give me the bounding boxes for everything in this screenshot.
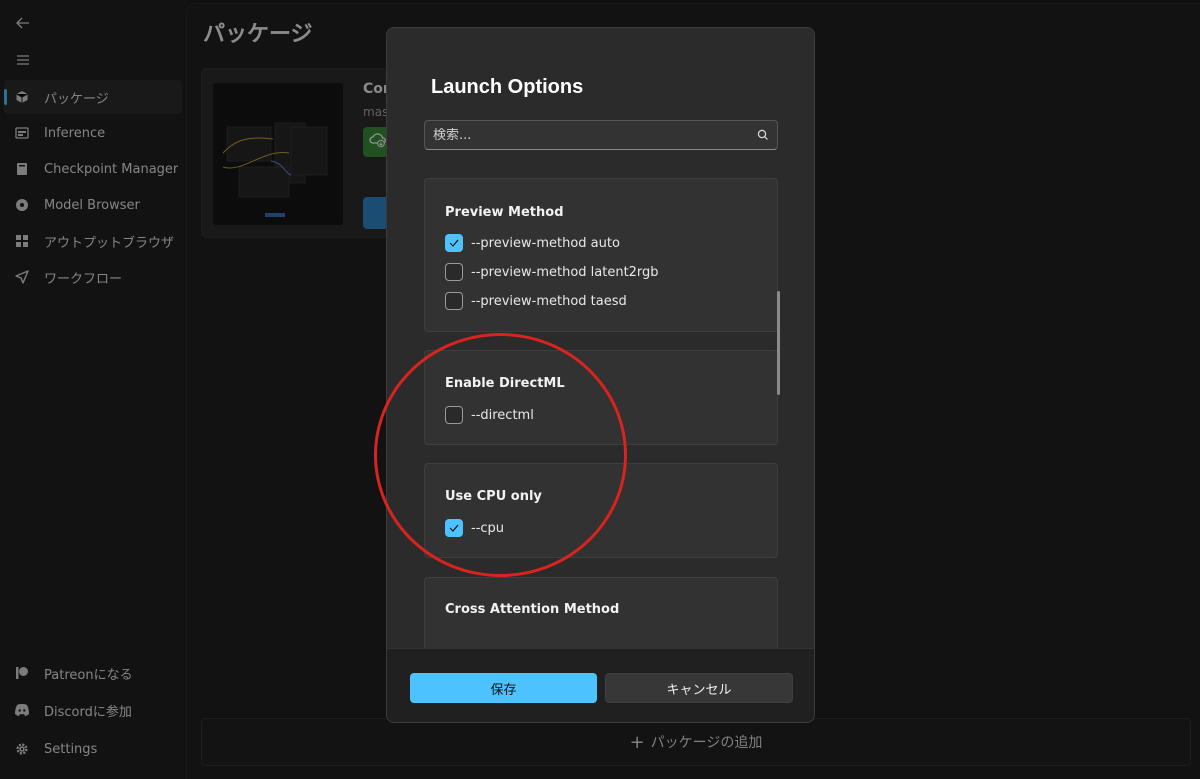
options-list[interactable]: Preview Method --preview-method auto --p…: [387, 168, 814, 648]
option-group-preview-method: Preview Method --preview-method auto --p…: [424, 178, 778, 332]
search-icon[interactable]: [749, 129, 777, 141]
search-box: [424, 120, 778, 150]
search-input[interactable]: [425, 127, 749, 143]
launch-options-dialog: Launch Options Preview Method --preview-…: [386, 27, 815, 723]
dialog-title: Launch Options: [431, 76, 584, 98]
option-label: --cpu: [471, 520, 505, 536]
option-group-cross-attention-method: Cross Attention Method: [424, 577, 778, 648]
dialog-footer: 保存 キャンセル: [387, 648, 814, 722]
scrollbar-thumb[interactable]: [777, 291, 780, 395]
option-label: --preview-method latent2rgb: [471, 264, 659, 280]
group-title: Cross Attention Method: [445, 602, 620, 617]
checkbox-unchecked[interactable]: [445, 292, 463, 310]
option-directml[interactable]: --directml: [445, 405, 534, 425]
option-label: --preview-method taesd: [471, 293, 627, 309]
checkbox-checked[interactable]: [445, 519, 463, 537]
group-title: Enable DirectML: [445, 376, 565, 391]
option-preview-method-taesd[interactable]: --preview-method taesd: [445, 291, 627, 311]
option-cpu[interactable]: --cpu: [445, 518, 504, 538]
save-button[interactable]: 保存: [410, 673, 597, 703]
option-group-use-cpu-only: Use CPU only --cpu: [424, 463, 778, 558]
cancel-button[interactable]: キャンセル: [605, 673, 793, 703]
option-label: --preview-method auto: [471, 235, 620, 251]
option-label: --directml: [471, 407, 534, 423]
option-preview-method-latent2rgb[interactable]: --preview-method latent2rgb: [445, 262, 659, 282]
option-preview-method-auto[interactable]: --preview-method auto: [445, 233, 620, 253]
group-title: Preview Method: [445, 205, 564, 220]
checkbox-unchecked[interactable]: [445, 406, 463, 424]
option-group-enable-directml: Enable DirectML --directml: [424, 350, 778, 445]
group-title: Use CPU only: [445, 489, 542, 504]
checkbox-checked[interactable]: [445, 234, 463, 252]
checkbox-unchecked[interactable]: [445, 263, 463, 281]
